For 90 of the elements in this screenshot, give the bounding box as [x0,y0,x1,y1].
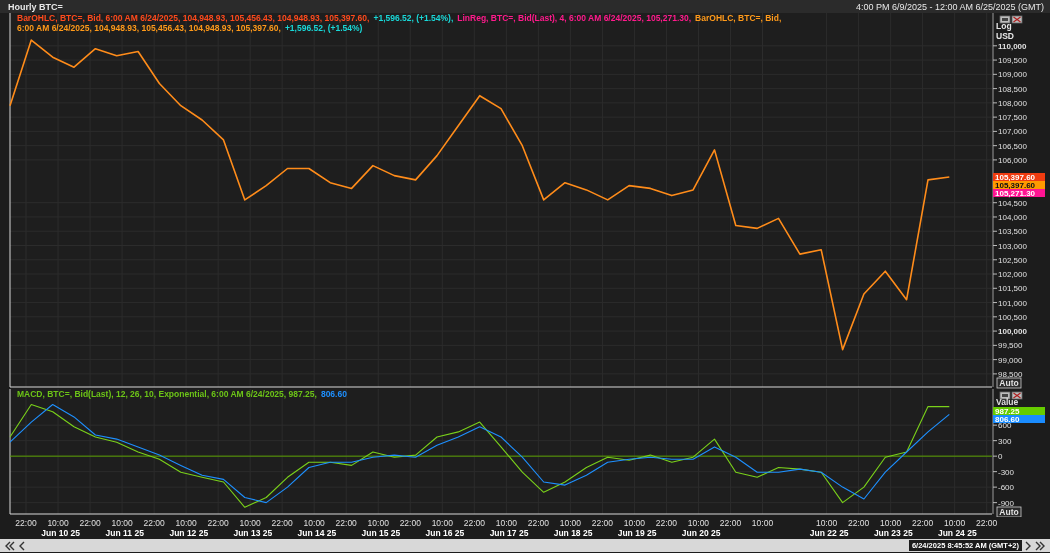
legend-text: +1,596.52, (+1.54%), [373,13,454,23]
time-label: 10:00 [623,518,646,528]
time-label: 22:00 [15,518,37,528]
date-label: Jun 24 25 [937,528,977,538]
legend-text: LinReg, BTC=, Bid(Last), 4, 6:00 AM 6/24/2025, 105,271.30, [457,13,692,23]
axis-label: 101,500 [998,284,1027,294]
axis-label: 104,000 [998,212,1027,222]
time-label: 22:00 [79,518,101,528]
time-label: 22:00 [207,518,229,528]
price-badge: 105,271.30 [993,189,1045,198]
price-badge: 105,397.60 [993,181,1045,190]
time-label: 22:00 [399,518,421,528]
legend-text: BarOHLC, BTC=, Bid, [695,13,782,23]
date-label: Jun 19 25 [617,528,657,538]
axis-label: 109,000 [998,70,1027,80]
axis-label: 99,000 [998,355,1023,365]
time-label: 10:00 [559,518,581,528]
time-label: 22:00 [591,518,614,528]
legend-text: +1,596.52, (+1.54%) [284,23,363,33]
time-label: 10:00 [751,518,774,528]
time-label: 22:00 [719,518,742,528]
axis-label: 102,500 [998,255,1027,265]
currency-label: USD [996,31,1014,41]
axis-label: 100,000 [998,327,1027,337]
date-label: Jun 12 25 [169,528,209,538]
axis-label: 106,500 [998,141,1027,151]
time-label: 22:00 [655,518,678,528]
date-label: Jun 13 25 [233,528,273,538]
time-label: 22:00 [976,518,998,528]
axis-label: 108,500 [998,84,1027,94]
axis-label: 107,500 [998,113,1027,123]
time-label: 10:00 [687,518,710,528]
axis-label: -900 [998,498,1014,508]
date-label: Jun 22 25 [809,528,849,538]
price-badge: 105,397.60 [993,173,1045,182]
time-label: 22:00 [463,518,485,528]
date-label: Jun 15 25 [361,528,401,538]
axis-label: 600 [998,421,1012,431]
legend-text: MACD, BTC=, Bid(Last), 12, 26, 10, Exponential, 6:00 AM 6/24/2025, 987.25, [17,389,317,399]
axis-label: 108,000 [998,98,1027,108]
axis-label: -600 [998,483,1014,493]
date-label: Jun 10 25 [41,528,81,538]
time-label: 22:00 [527,518,549,528]
time-label: 22:00 [271,518,293,528]
time-label: 22:00 [847,518,870,528]
scale-label: Log [996,21,1012,31]
date-label: Jun 23 25 [873,528,913,538]
axis-label: 103,500 [998,227,1027,237]
time-label: 10:00 [495,518,517,528]
time-label: 10:00 [815,518,838,528]
axis-label: 98,500 [998,369,1023,379]
time-label: 10:00 [367,518,389,528]
date-label: Jun 17 25 [489,528,529,538]
time-label: 10:00 [175,518,197,528]
axis-title: Value [996,397,1019,407]
legend-text: 6:00 AM 6/24/2025, 104,948.93, 105,456.43, 104,948.93, 105,397.60, [17,23,281,33]
axis-label: 100,500 [998,312,1027,322]
axis-label: 104,500 [998,198,1027,208]
date-label: Jun 11 25 [105,528,144,538]
date-label: Jun 20 25 [681,528,721,538]
time-label: 10:00 [239,518,261,528]
time-label: 10:00 [303,518,325,528]
axis-label: 101,000 [998,298,1027,308]
axis-label: -300 [998,467,1014,477]
time-label: 10:00 [431,518,453,528]
date-label: Jun 14 25 [297,528,337,538]
time-label: 22:00 [143,518,165,528]
date-label: Jun 18 25 [553,528,593,538]
axis-label: 99,500 [998,341,1023,351]
axis-label: 110,000 [998,41,1027,51]
legend-text: BarOHLC, BTC=, Bid, 6:00 AM 6/24/2025, 104,948.93, 105,456.43, 104,948.93, 105,397.60, [17,13,370,23]
axis-label: 106,000 [998,155,1027,165]
axis-label: 103,000 [998,241,1027,251]
price-badge: 987.25 [993,407,1045,416]
time-label: 10:00 [879,518,902,528]
axis-label: 300 [998,436,1012,446]
axis-label: 102,000 [998,270,1027,280]
axis-label: 107,000 [998,127,1027,137]
time-label: 10:00 [47,518,69,528]
time-label: 22:00 [335,518,357,528]
date-range: 4:00 PM 6/9/2025 - 12:00 AM 6/25/2025 (GMT) [855,1,1044,12]
time-label: 10:00 [944,518,966,528]
time-label: 10:00 [111,518,133,528]
price-badge: 806.60 [993,415,1045,424]
legend-text: 806.60 [320,389,347,399]
window-title: Hourly BTC= [8,1,63,12]
date-label: Jun 16 25 [425,528,465,538]
time-label: 22:00 [912,518,934,528]
axis-label: 0 [998,452,1003,462]
axis-label: 109,500 [998,56,1027,66]
